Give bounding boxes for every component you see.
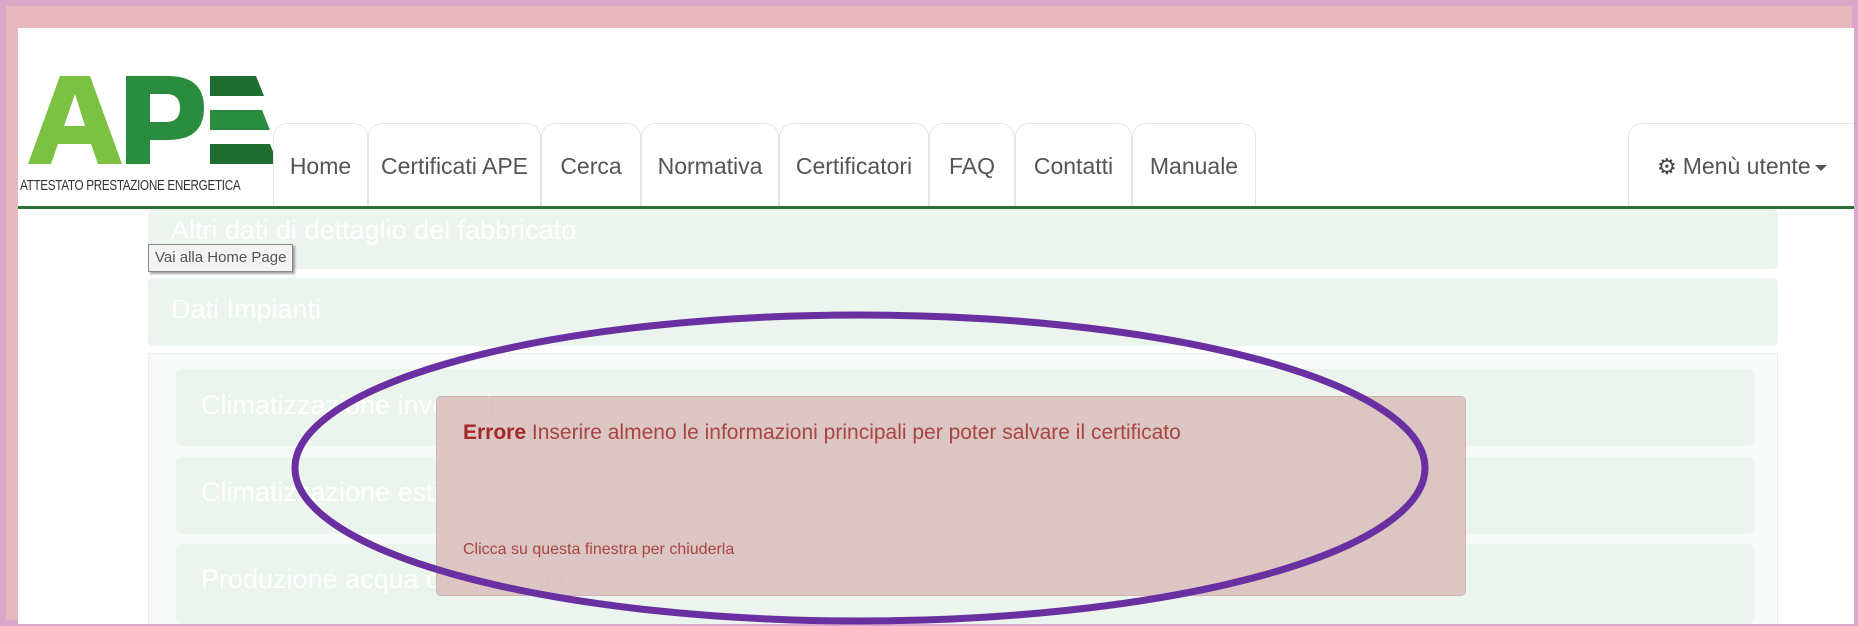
panel-dati-impianti-title: Dati Impianti bbox=[171, 294, 322, 324]
gear-icon: ⚙ bbox=[1657, 154, 1677, 179]
error-title: Errore bbox=[463, 421, 527, 444]
panel-altri-dati-title: Altri dati di dettaglio del fabbricato bbox=[171, 215, 577, 245]
tab-contatti[interactable]: Contatti bbox=[1015, 123, 1132, 206]
tab-faq[interactable]: FAQ bbox=[929, 123, 1015, 206]
error-message: Errore Inserire almeno le informazioni p… bbox=[463, 421, 1181, 445]
error-text: Inserire almeno le informazioni principa… bbox=[531, 421, 1181, 444]
app-window: ATTESTATO PRESTAZIONE ENERGETICA Home Ce… bbox=[18, 28, 1854, 624]
subpanel-title: Climatizzazione estiva bbox=[201, 477, 469, 507]
panel-altri-dati[interactable]: Altri dati di dettaglio del fabbricato bbox=[148, 209, 1778, 269]
panel-dati-impianti[interactable]: Dati Impianti bbox=[148, 278, 1778, 346]
caret-down-icon bbox=[1814, 164, 1827, 171]
home-tooltip: Vai alla Home Page bbox=[148, 244, 294, 272]
main-nav: Home Certificati APE Cerca Normativa Cer… bbox=[18, 28, 1854, 206]
tab-certificati-ape[interactable]: Certificati APE bbox=[368, 123, 541, 206]
tab-normativa[interactable]: Normativa bbox=[641, 123, 779, 206]
error-notification[interactable]: Errore Inserire almeno le informazioni p… bbox=[436, 396, 1466, 596]
tab-certificatori[interactable]: Certificatori bbox=[779, 123, 929, 206]
tab-home[interactable]: Home bbox=[273, 123, 368, 206]
error-close-hint: Clicca su questa finestra per chiuderla bbox=[463, 541, 735, 558]
user-menu-dropdown[interactable]: ⚙ Menù utente bbox=[1628, 123, 1854, 206]
user-menu-label: Menù utente bbox=[1682, 153, 1811, 179]
tab-manuale[interactable]: Manuale bbox=[1132, 123, 1256, 206]
screenshot-frame: ATTESTATO PRESTAZIONE ENERGETICA Home Ce… bbox=[6, 6, 1854, 624]
tab-cerca[interactable]: Cerca bbox=[541, 123, 641, 206]
